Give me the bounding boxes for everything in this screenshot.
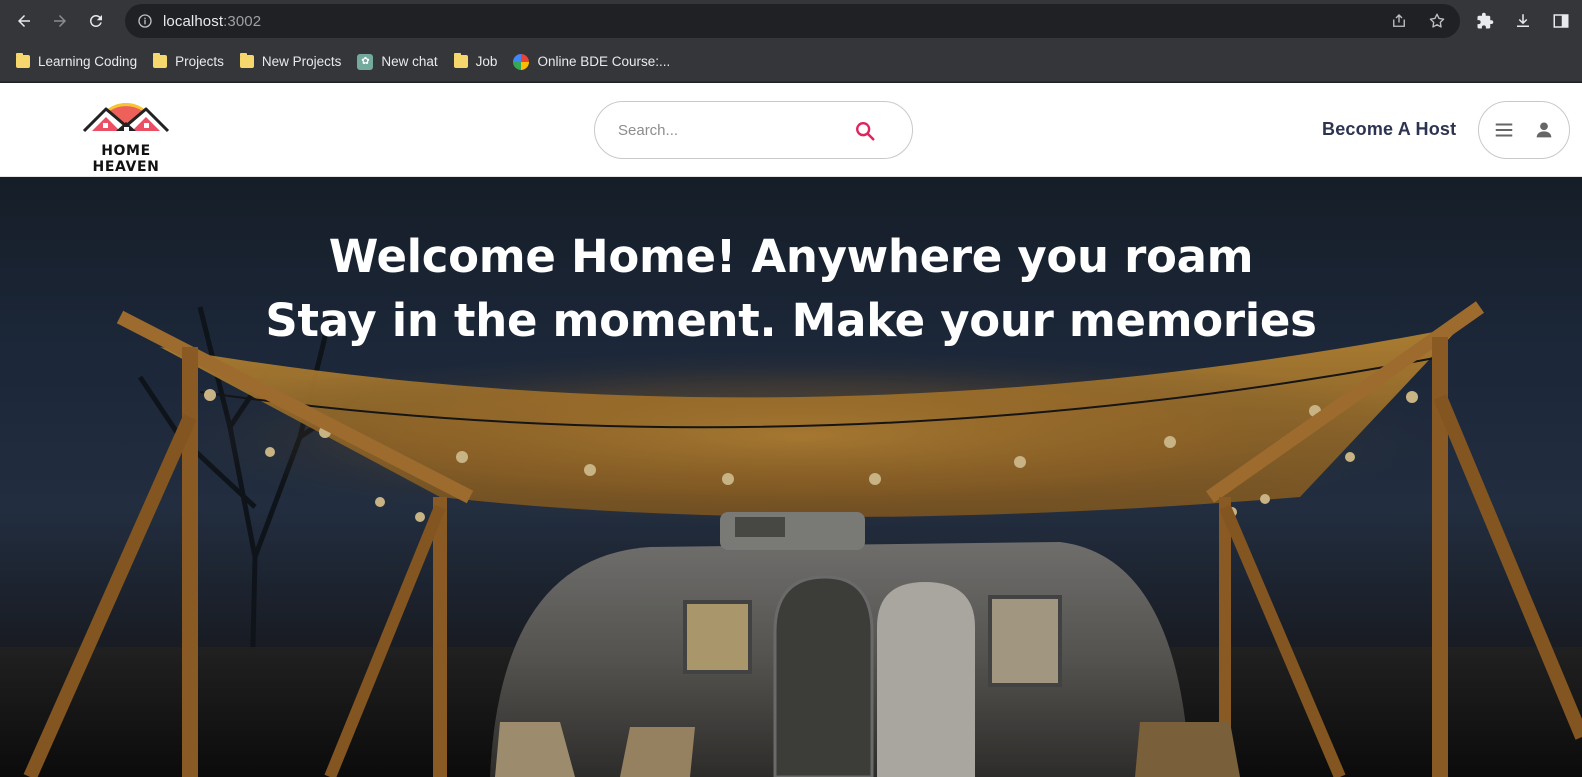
- bookmark-job[interactable]: Job: [453, 53, 498, 69]
- browser-toolbar: localhost:3002: [0, 0, 1582, 42]
- arrow-left-icon: [18, 15, 30, 27]
- bookmark-label: New Projects: [261, 54, 342, 69]
- user-menu-button[interactable]: [1478, 101, 1570, 159]
- back-button[interactable]: [6, 3, 42, 39]
- bookmark-label: Learning Coding: [38, 54, 138, 69]
- side-panel-icon[interactable]: [1552, 12, 1570, 30]
- folder-icon: [16, 53, 30, 68]
- user-avatar-icon: [1536, 122, 1552, 138]
- url-host: localhost: [163, 12, 224, 30]
- reload-icon: [89, 14, 102, 27]
- chatgpt-favicon-icon: ✿: [357, 53, 374, 70]
- bookmark-online-bde-course[interactable]: Online BDE Course:...: [513, 53, 671, 70]
- bookmark-projects[interactable]: Projects: [153, 53, 224, 69]
- logo-text: HOME HEAVEN: [92, 143, 160, 175]
- bookmark-new-projects[interactable]: New Projects: [239, 53, 342, 69]
- house-sunset-logo-icon: [82, 103, 170, 133]
- site-header: HOME HEAVEN Become A Host: [0, 83, 1582, 177]
- search-bar[interactable]: [594, 101, 913, 159]
- google-favicon-icon: [513, 53, 530, 70]
- become-a-host-link[interactable]: Become A Host: [1322, 119, 1456, 140]
- hamburger-menu-icon: [1495, 123, 1513, 137]
- share-icon[interactable]: [1390, 12, 1408, 30]
- search-icon[interactable]: [854, 120, 876, 142]
- bookmark-learning-coding[interactable]: Learning Coding: [16, 53, 138, 69]
- bookmark-label: Online BDE Course:...: [537, 54, 671, 69]
- folder-icon: [153, 53, 168, 68]
- extensions-icon[interactable]: [1476, 12, 1494, 30]
- address-bar[interactable]: localhost:3002: [125, 4, 1460, 38]
- hero-line-2: Stay in the moment. Make your memories: [265, 294, 1317, 347]
- info-icon[interactable]: [137, 13, 153, 29]
- hero-line-1: Welcome Home! Anywhere you roam: [328, 230, 1254, 283]
- logo[interactable]: HOME HEAVEN: [66, 93, 186, 175]
- url-text: localhost:3002: [163, 13, 261, 30]
- bookmark-label: New chat: [381, 54, 438, 69]
- reload-button[interactable]: [78, 3, 114, 39]
- bookmark-label: Job: [475, 54, 498, 69]
- folder-icon: [453, 53, 468, 68]
- search-input[interactable]: [618, 121, 838, 139]
- download-icon[interactable]: [1514, 12, 1532, 30]
- forward-button[interactable]: [42, 3, 78, 39]
- hero-banner: Welcome Home! Anywhere you roam Stay in …: [0, 177, 1582, 777]
- arrow-right-icon: [54, 15, 66, 27]
- url-port: :3002: [223, 12, 262, 30]
- folder-icon: [239, 53, 254, 68]
- hero-headline: Welcome Home! Anywhere you roam Stay in …: [0, 225, 1582, 353]
- bookmark-label: Projects: [175, 54, 224, 69]
- star-icon[interactable]: [1428, 12, 1446, 30]
- bookmarks-bar: Learning Coding Projects New Projects ✿ N…: [0, 42, 1582, 82]
- bookmark-new-chat[interactable]: ✿ New chat: [357, 53, 438, 70]
